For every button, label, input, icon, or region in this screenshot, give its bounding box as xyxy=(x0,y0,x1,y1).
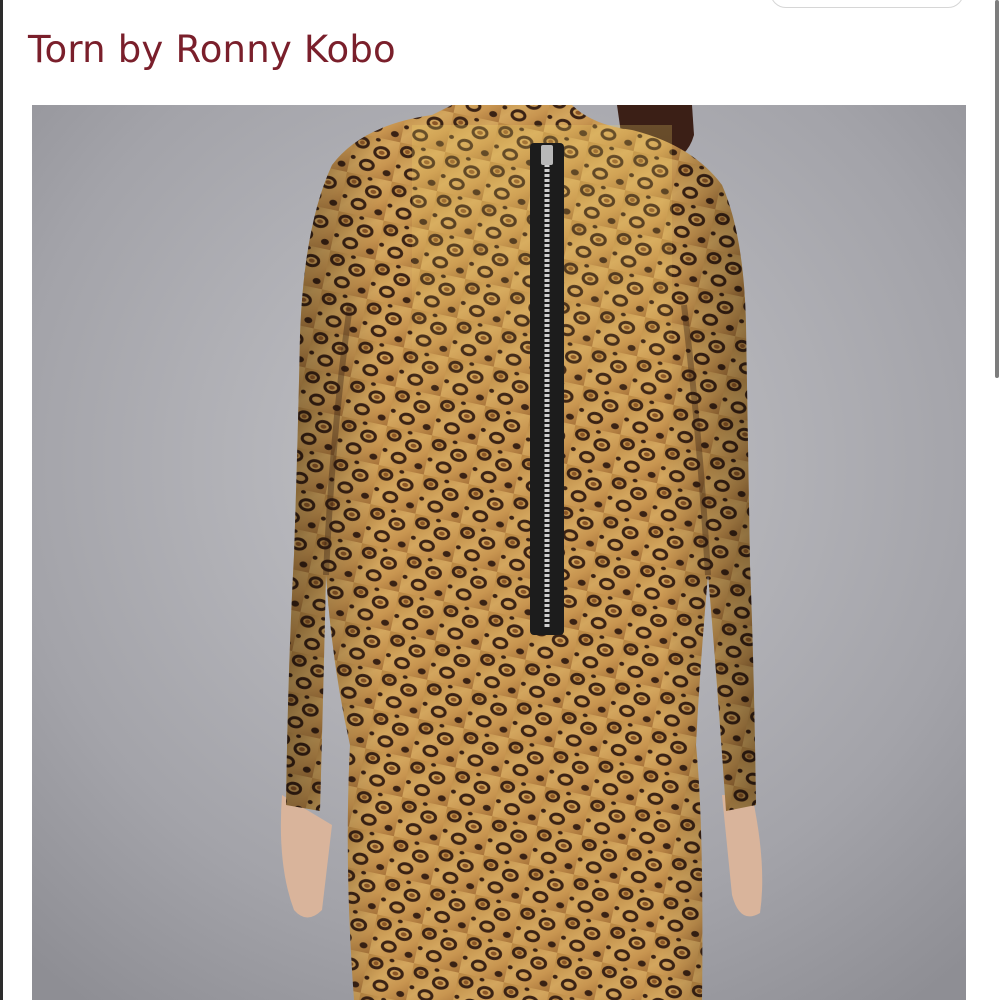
product-photo-image xyxy=(32,105,966,1000)
back-zipper xyxy=(530,143,564,635)
window-left-edge xyxy=(0,0,3,1000)
listing-title: Torn by Ronny Kobo xyxy=(28,28,396,71)
scrollbar[interactable] xyxy=(994,0,1000,1000)
product-photo[interactable] xyxy=(32,105,966,1000)
header-pill-button[interactable] xyxy=(770,0,964,8)
scrollbar-thumb[interactable] xyxy=(995,0,999,378)
